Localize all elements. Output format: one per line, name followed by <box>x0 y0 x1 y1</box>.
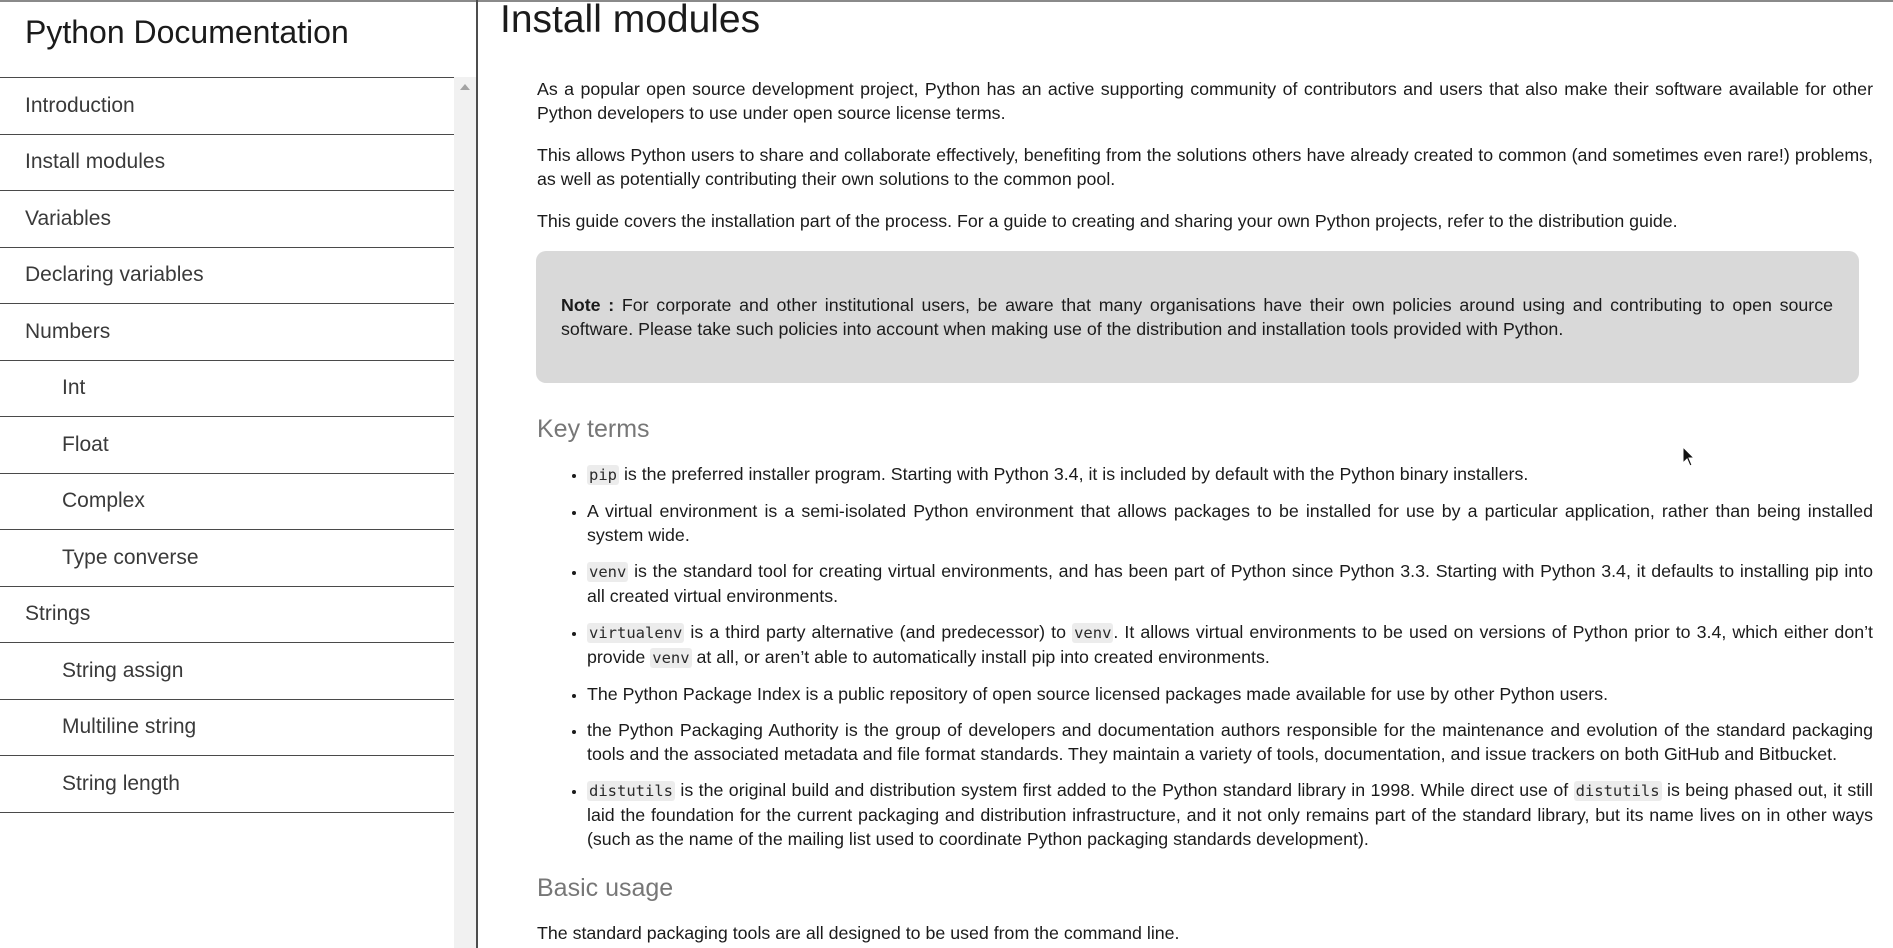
note-text: For corporate and other institutional us… <box>561 295 1833 339</box>
intro-paragraph-1: As a popular open source development pro… <box>537 79 1873 123</box>
basic-usage-paragraph: The standard packaging tools are all des… <box>537 923 1180 943</box>
code-term: venv <box>650 648 692 668</box>
sidebar-nav: Introduction Install modules Variables Decl… <box>0 77 454 813</box>
intro-paragraph-3: This guide covers the installation part … <box>537 211 1678 231</box>
key-terms-heading: Key terms <box>537 415 650 443</box>
term-text: is a third party alternative (and predec… <box>684 622 1073 642</box>
code-term: distutils <box>1573 781 1662 801</box>
basic-usage-heading: Basic usage <box>537 874 674 902</box>
code-term: distutils <box>587 781 675 801</box>
intro-paragraph-2: This allows Python users to share and co… <box>537 145 1873 189</box>
sidebar-title: Python Documentation <box>25 14 349 50</box>
sidebar: Python Documentation Introduction Install… <box>0 0 476 948</box>
key-term-item: pip is the preferred installer program. … <box>587 462 1873 487</box>
term-text: A virtual environment is a semi-isolated… <box>587 501 1873 545</box>
sidebar-item-multiline-string[interactable]: Multiline string <box>0 700 454 756</box>
article-body: As a popular open source development pro… <box>536 77 1873 948</box>
note-paragraph: Note : For corporate and other instituti… <box>561 293 1833 341</box>
key-terms-list: pip is the preferred installer program. … <box>537 462 1873 851</box>
key-term-item: distutils is the original build and dist… <box>587 778 1873 851</box>
term-text: is the preferred installer program. Star… <box>619 464 1529 484</box>
term-text: The Python Package Index is a public rep… <box>587 684 1609 704</box>
sidebar-item-int[interactable]: Int <box>0 361 454 417</box>
sidebar-scrollbar[interactable] <box>454 77 476 948</box>
term-text: is the standard tool for creating virtua… <box>587 561 1873 606</box>
sidebar-item-install-modules[interactable]: Install modules <box>0 135 454 191</box>
sidebar-item-complex[interactable]: Complex <box>0 474 454 530</box>
key-term-item: virtualenv is a third party alternative … <box>587 620 1873 670</box>
sidebar-item-float[interactable]: Float <box>0 417 454 474</box>
note-label: Note : <box>561 295 615 315</box>
page-title: Install modules <box>500 0 761 41</box>
sidebar-item-introduction[interactable]: Introduction <box>0 78 454 135</box>
term-text: at all, or aren’t able to automatically … <box>691 647 1270 667</box>
mouse-cursor-icon <box>1682 446 1696 467</box>
note-box: Note : For corporate and other instituti… <box>536 251 1859 383</box>
sidebar-item-string-assign[interactable]: String assign <box>0 643 454 700</box>
scroll-up-arrow-icon[interactable] <box>460 84 470 90</box>
code-term: venv <box>1072 623 1114 643</box>
term-text: the Python Packaging Authority is the gr… <box>587 720 1873 764</box>
key-term-item: A virtual environment is a semi-isolated… <box>587 499 1873 547</box>
main-content: Install modules As a popular open source… <box>478 0 1893 948</box>
sidebar-item-string-length[interactable]: String length <box>0 756 454 813</box>
sidebar-item-variables[interactable]: Variables <box>0 191 454 248</box>
sidebar-item-numbers[interactable]: Numbers <box>0 304 454 361</box>
key-term-item: venv is the standard tool for creating v… <box>587 559 1873 608</box>
code-term: venv <box>587 562 629 582</box>
code-term: virtualenv <box>587 623 685 643</box>
term-text: is the original build and distribution s… <box>675 780 1574 800</box>
code-term: pip <box>587 465 619 485</box>
key-term-item: The Python Package Index is a public rep… <box>587 682 1873 706</box>
sidebar-item-strings[interactable]: Strings <box>0 587 454 643</box>
sidebar-item-declaring-variables[interactable]: Declaring variables <box>0 248 454 304</box>
sidebar-item-type-converse[interactable]: Type converse <box>0 530 454 587</box>
key-term-item: the Python Packaging Authority is the gr… <box>587 718 1873 766</box>
